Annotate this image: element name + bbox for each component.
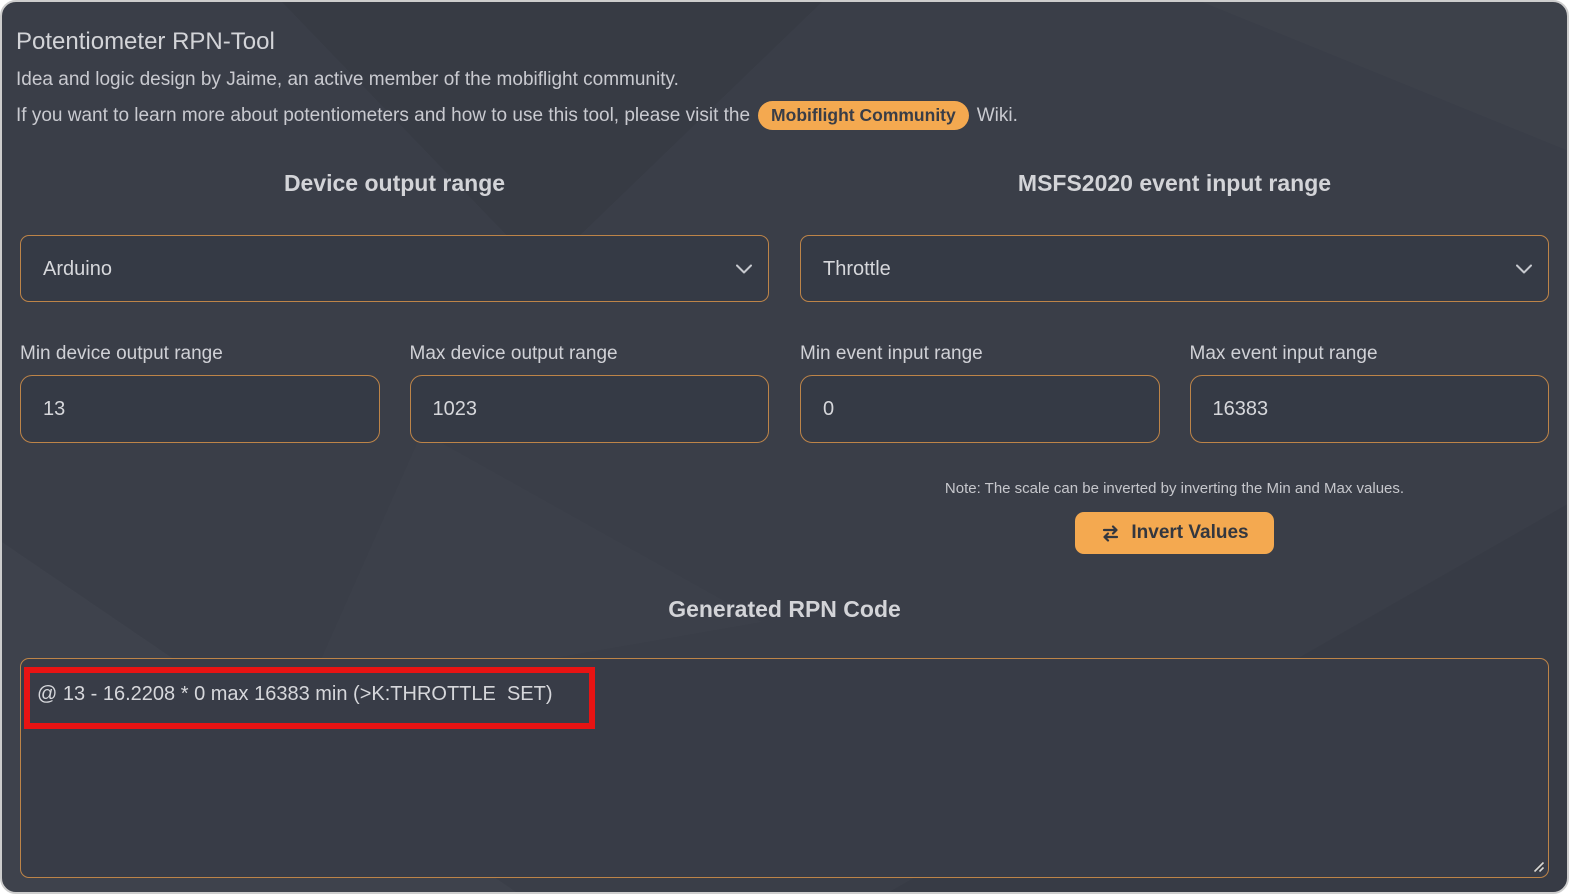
invert-note: Note: The scale can be inverted by inver… [944,480,1405,497]
event-input-section: MSFS2020 event input range Throttle Min … [800,170,1549,554]
max-event-input-label: Max event input range [1189,343,1378,364]
swap-arrows-icon [1100,524,1121,542]
min-event-input-field: Min event input range [800,343,1160,443]
max-device-output-input[interactable] [409,375,769,443]
info-text-prefix: If you want to learn more about potentio… [16,104,751,126]
min-event-input-label: Min event input range [800,343,983,364]
rpn-code-wrap: @ 13 - 16.2208 * 0 max 16383 min (>K:THR… [20,658,1549,878]
max-device-output-field: Max device output range [409,343,769,443]
max-event-input-input[interactable] [1189,375,1549,443]
max-device-output-label: Max device output range [409,343,618,364]
info-text-suffix: Wiki. [976,104,1018,126]
event-select[interactable]: Throttle [800,235,1549,302]
event-input-heading: MSFS2020 event input range [1017,170,1332,196]
resize-grip-icon[interactable] [1531,859,1545,873]
min-device-output-input[interactable] [20,375,380,443]
device-select[interactable]: Arduino [20,235,769,302]
min-event-input-input[interactable] [800,375,1160,443]
event-select-wrap: Throttle [800,235,1549,302]
subtitle: Idea and logic design by Jaime, an activ… [16,69,679,90]
device-output-heading: Device output range [283,170,506,196]
min-device-output-label: Min device output range [20,343,223,364]
invert-button-row: Invert Values [800,512,1549,554]
mobiflight-community-badge[interactable]: Mobiflight Community [758,101,969,130]
min-device-output-field: Min device output range [20,343,380,443]
page: Potentiometer RPN-Tool Idea and logic de… [0,0,1569,894]
header: Potentiometer RPN-Tool Idea and logic de… [2,2,1567,130]
event-fields: Min event input range Max event input ra… [800,343,1549,443]
page-title: Potentiometer RPN-Tool [16,28,275,55]
max-event-input-field: Max event input range [1189,343,1549,443]
rpn-code-textarea[interactable]: @ 13 - 16.2208 * 0 max 16383 min (>K:THR… [20,658,1549,878]
device-output-section: Device output range Arduino Min device o… [20,170,769,554]
invert-values-button[interactable]: Invert Values [1075,512,1274,554]
range-columns: Device output range Arduino Min device o… [2,170,1567,554]
generated-rpn-heading: Generated RPN Code [668,596,901,622]
invert-values-label: Invert Values [1131,522,1249,543]
device-select-wrap: Arduino [20,235,769,302]
device-fields: Min device output range Max device outpu… [20,343,769,443]
info-line: If you want to learn more about potentio… [16,101,1549,130]
